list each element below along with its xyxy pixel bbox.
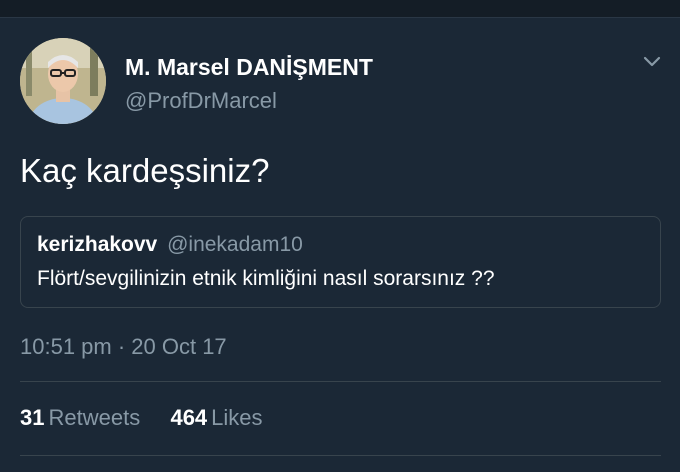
user-avatar-icon bbox=[20, 38, 106, 124]
divider bbox=[20, 455, 661, 456]
tweet-timestamp[interactable]: 10:51 pm · 20 Oct 17 bbox=[20, 334, 227, 360]
chevron-down-icon bbox=[643, 56, 661, 67]
tweet-menu-button[interactable] bbox=[641, 50, 663, 72]
author-avatar[interactable] bbox=[20, 38, 106, 124]
quoted-author-handle: @inekadam10 bbox=[167, 233, 303, 256]
author-name[interactable]: M. Marsel DANİŞMENT bbox=[125, 54, 373, 81]
retweets-label: Retweets bbox=[48, 405, 141, 430]
retweets-stat[interactable]: 31 Retweets bbox=[20, 405, 146, 430]
quoted-tweet-text: Flört/sevgilinizin etnik kimliğini nasıl… bbox=[37, 267, 495, 290]
tweet-detail-view: M. Marsel DANİŞMENT @ProfDrMarcel Kaç ka… bbox=[0, 0, 680, 472]
likes-count: 464 bbox=[170, 405, 208, 430]
author-handle[interactable]: @ProfDrMarcel bbox=[125, 88, 277, 114]
likes-stat[interactable]: 464 Likes bbox=[170, 405, 262, 430]
top-header-strip bbox=[0, 0, 680, 18]
retweets-count: 31 bbox=[20, 405, 45, 430]
likes-label: Likes bbox=[211, 405, 263, 430]
divider bbox=[20, 381, 661, 382]
quoted-tweet-card[interactable]: kerizhakovv @inekadam10 Flört/sevgiliniz… bbox=[20, 216, 661, 308]
quoted-author-name: kerizhakovv bbox=[37, 233, 158, 256]
tweet-text: Kaç kardeşsiniz? bbox=[20, 152, 270, 189]
quoted-tweet-author: kerizhakovv @inekadam10 bbox=[37, 233, 303, 257]
engagement-stats: 31 Retweets 464 Likes bbox=[20, 405, 263, 431]
